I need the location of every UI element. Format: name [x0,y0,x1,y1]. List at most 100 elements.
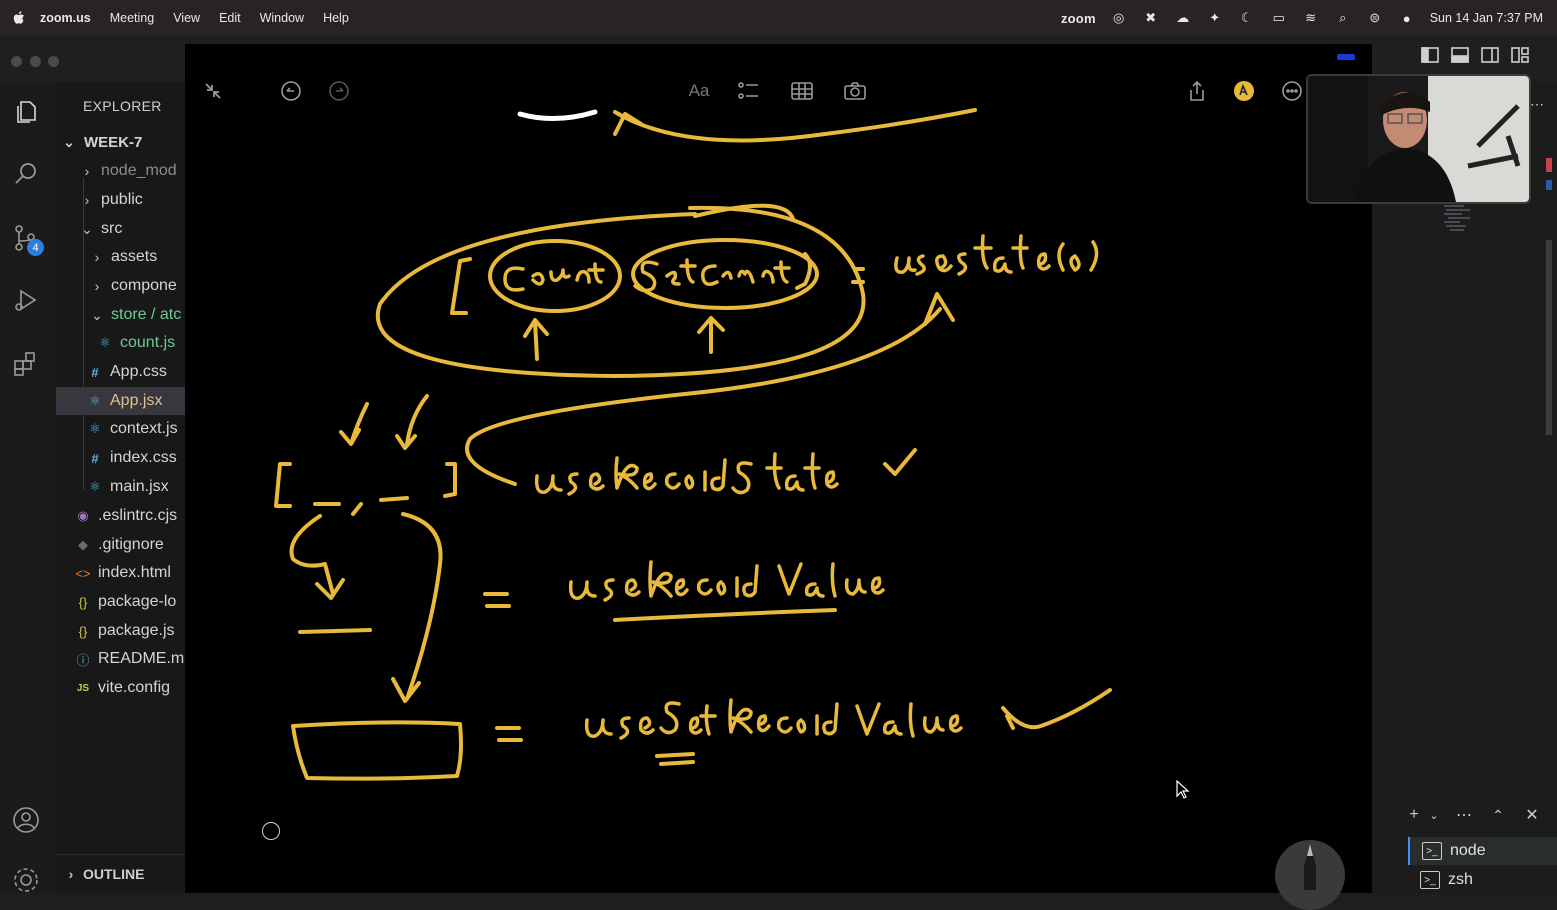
minimize-window-button[interactable] [30,56,41,67]
tree-root-week7[interactable]: ⌄ WEEK-7 [56,128,185,156]
explorer-header: EXPLORER [83,98,162,114]
menu-app-name[interactable]: zoom.us [40,11,91,25]
react-icon: ⚛ [89,479,101,494]
editor-scrollbar[interactable] [1546,240,1552,435]
whiteboard-canvas[interactable]: Aa [185,44,1372,893]
count-ellipse [488,239,622,313]
table-icon[interactable] [788,77,816,105]
maximize-panel-chevron-up-icon[interactable]: ⌃ [1486,804,1510,826]
markup-pen-icon[interactable] [1230,77,1258,105]
tree-item-gitignore[interactable]: ◆ .gitignore [56,531,185,559]
control-center-icon[interactable]: ⊜ [1366,10,1384,25]
camera-icon[interactable] [841,77,869,105]
tree-item-components[interactable]: › compone [56,272,185,300]
chrome-tray-icon[interactable]: ◎ [1110,10,1128,25]
webcam-video-feed [1306,74,1531,204]
menu-edit[interactable]: Edit [219,11,241,25]
handwriting-usesetrecoilvalue [584,698,963,740]
json-icon: {} [78,623,88,639]
explorer-files-icon[interactable] [8,94,44,130]
terminal-session-zsh[interactable]: >_ zsh [1408,866,1557,894]
cloud-tray-icon[interactable]: ☁ [1174,10,1192,25]
close-panel-icon[interactable]: ✕ [1520,804,1544,826]
terminal-session-node[interactable]: >_ node [1408,837,1557,865]
tree-item-index-html[interactable]: <> index.html [56,559,185,587]
presenter-video-icon [1308,76,1529,202]
apple-icon[interactable] [12,11,26,25]
moon-icon[interactable]: ☾ [1238,10,1256,25]
toggle-panel-icon[interactable] [1450,46,1470,64]
arrow-down-curl-left [289,514,345,600]
tree-item-eslintrc[interactable]: ◉ .eslintrc.cjs [56,502,185,530]
scm-count-badge: 4 [27,239,44,256]
tree-item-app-css[interactable]: # App.css [56,358,185,386]
chevron-right-icon: › [94,249,100,265]
equals-three [495,726,523,742]
undo-icon[interactable] [277,77,305,105]
search-icon[interactable] [8,156,44,192]
terminal-more-icon[interactable]: ⋯ [1452,804,1476,826]
equals-two [483,592,511,608]
double-underline-set [655,752,695,766]
run-debug-icon[interactable] [8,282,44,318]
redo-icon[interactable] [325,77,353,105]
menu-help[interactable]: Help [323,11,349,25]
menu-window[interactable]: Window [260,11,304,25]
toggle-primary-sidebar-icon[interactable] [1420,46,1440,64]
siri-icon[interactable]: ● [1398,11,1416,26]
battery-icon[interactable]: ▭ [1270,10,1288,25]
menubar-datetime[interactable]: Sun 14 Jan 7:37 PM [1430,11,1543,25]
outline-section-header[interactable]: › OUTLINE [56,854,185,893]
share-icon[interactable] [1183,77,1211,105]
arrow-stroke-top [613,108,977,143]
zoom-tray-label[interactable]: zoom [1061,11,1096,26]
text-style-button[interactable]: Aa [685,77,713,105]
partial-stroke-top [517,109,598,122]
tree-item-assets[interactable]: › assets [56,243,185,271]
tree-item-package-lock[interactable]: {} package-lo [56,588,185,616]
bug-tray-icon[interactable]: ✦ [1206,10,1224,25]
lasso-circle-icon[interactable] [262,822,280,840]
menu-view[interactable]: View [173,11,200,25]
checklist-icon[interactable] [735,77,763,105]
extensions-icon[interactable] [8,346,44,382]
menu-meeting[interactable]: Meeting [110,11,154,25]
wifi-icon[interactable]: ≋ [1302,10,1320,25]
tree-item-package-json[interactable]: {} package.js [56,617,185,645]
react-icon: ⚛ [99,335,111,350]
comma [351,502,363,516]
tree-item-context-js[interactable]: ⚛ context.js [56,415,185,443]
tree-item-count-js[interactable]: ⚛ count.js [56,329,185,357]
tree-item-readme[interactable]: ⓘ README.m [56,645,185,673]
tree-item-vite-config[interactable]: JS vite.config [56,674,185,702]
tree-item-app-jsx[interactable]: ⚛ App.jsx [56,387,185,415]
tree-item-main-jsx[interactable]: ⚛ main.jsx [56,473,185,501]
arrow-down-left [339,402,369,446]
terminal-dropdown-chevron-icon[interactable]: ⌄ [1422,804,1446,826]
tree-item-node-modules[interactable]: › node_mod [56,157,185,185]
chevron-down-icon: ⌄ [63,133,75,150]
close-x-tray-icon[interactable]: ✖ [1142,10,1160,25]
arrow-down-right [395,394,429,450]
underline-recoilvalue [613,608,837,622]
account-icon[interactable] [8,802,44,838]
customize-layout-icon[interactable] [1510,46,1530,64]
react-icon: ⚛ [89,421,101,436]
underline-blank [298,628,372,634]
tree-item-public[interactable]: › public [56,186,185,214]
tree-item-store-atoms[interactable]: ⌄ store / atc [56,301,185,329]
search-icon[interactable]: ⌕ [1334,10,1352,25]
source-control-icon[interactable]: 4 [8,220,44,256]
collapse-arrows-icon[interactable] [199,77,227,105]
macos-menu-bar: zoom.us Meeting View Edit Window Help zo… [0,0,1557,36]
handwriting-userecoilstate [534,452,839,496]
close-window-button[interactable] [11,56,22,67]
tree-item-index-css[interactable]: # index.css [56,444,185,472]
swoop-arrow [465,307,942,486]
toggle-secondary-sidebar-icon[interactable] [1480,46,1500,64]
editor-more-icon[interactable]: ⋯ [1530,96,1544,113]
pencil-tool-button[interactable] [1275,840,1345,910]
zoom-window-button[interactable] [48,56,59,67]
more-options-icon[interactable] [1278,77,1306,105]
tree-item-src[interactable]: ⌄ src [56,215,185,243]
